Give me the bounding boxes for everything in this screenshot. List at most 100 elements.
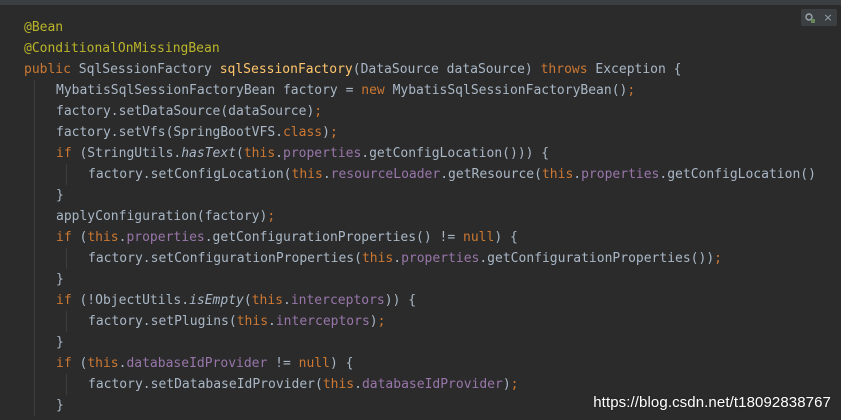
code-line[interactable]: if (this.properties.getConfigurationProp… <box>24 227 841 248</box>
code-token: } <box>56 335 64 350</box>
code-token: @Bean <box>24 20 64 35</box>
code-token: if <box>56 293 80 308</box>
code-token: ; <box>627 83 636 98</box>
code-token: factory.setPlugins( <box>88 314 237 329</box>
code-token: . <box>354 377 362 392</box>
code-token: ; <box>714 251 722 266</box>
code-area[interactable]: @Bean @ConditionalOnMissingBean public Sql… <box>24 17 841 416</box>
code-token: ; <box>329 125 338 140</box>
code-token: ( <box>236 146 244 161</box>
code-token: ) <box>502 377 511 392</box>
code-token: class <box>282 125 323 140</box>
code-token: this <box>251 293 283 308</box>
code-token: (!ObjectUtils. <box>79 293 190 308</box>
code-token: } <box>56 188 64 203</box>
indent-guide <box>66 248 67 269</box>
code-token: if <box>56 230 80 245</box>
code-token: properties <box>126 230 205 245</box>
code-token: (DataSource dataSource) <box>352 62 541 77</box>
code-line[interactable]: } <box>24 332 841 353</box>
code-token: isEmpty <box>189 293 244 308</box>
code-token: ) { <box>494 230 518 245</box>
code-token: factory.setConfigLocation( <box>88 167 292 182</box>
code-token: applyConfiguration(factory) <box>56 209 268 224</box>
code-token: null <box>298 356 330 371</box>
code-token: resourceLoader <box>330 167 441 182</box>
code-line[interactable]: } <box>24 269 841 290</box>
code-token: MybatisSqlSessionFactoryBean() <box>392 83 628 98</box>
code-line[interactable]: MybatisSqlSessionFactoryBean factory = n… <box>24 80 841 101</box>
code-token: this <box>87 230 119 245</box>
code-token: sqlSessionFactory <box>219 62 353 77</box>
code-token: this <box>361 251 394 266</box>
code-token: ; <box>267 209 276 224</box>
code-line[interactable]: factory.setConfigLocation(this.resourceL… <box>24 164 841 185</box>
code-token: factory.setVfs(SpringBootVFS. <box>56 125 283 140</box>
code-token: public <box>24 62 79 77</box>
code-token: . <box>573 167 582 182</box>
code-line[interactable]: if (!ObjectUtils.isEmpty(this.intercepto… <box>24 290 841 311</box>
code-token: this <box>322 377 355 392</box>
code-token: .getConfigLocation() <box>659 167 816 182</box>
code-token: . <box>275 146 283 161</box>
inspection-widget[interactable]: × <box>801 9 837 26</box>
code-token: ) <box>369 314 378 329</box>
code-token: Exception { <box>595 62 682 77</box>
code-token: properties <box>401 251 480 266</box>
indent-guide <box>66 164 67 185</box>
code-line[interactable]: @ConditionalOnMissingBean <box>24 38 841 59</box>
code-token: ( <box>243 293 252 308</box>
code-line[interactable]: if (this.databaseIdProvider != null) { <box>24 353 841 374</box>
code-token: ; <box>377 314 386 329</box>
code-line[interactable]: if (StringUtils.hasText(this.properties.… <box>24 143 841 164</box>
code-token: interceptors <box>275 314 370 329</box>
code-token: .getConfigLocation())) { <box>361 146 550 161</box>
code-token: . <box>268 314 276 329</box>
code-token: properties <box>581 167 660 182</box>
code-editor[interactable]: @Bean @ConditionalOnMissingBean public Sql… <box>0 0 841 420</box>
code-line[interactable]: factory.setConfigurationProperties(this.… <box>24 248 841 269</box>
code-token: interceptors <box>290 293 385 308</box>
code-token: databaseIdProvider <box>361 377 503 392</box>
code-token: SqlSessionFactory <box>78 62 220 77</box>
code-token: .getConfigurationProperties()) <box>479 251 715 266</box>
code-token: ; <box>314 104 323 119</box>
code-token: . <box>393 251 402 266</box>
code-token: (StringUtils. <box>79 146 182 161</box>
code-token: databaseIdProvider <box>126 356 268 371</box>
close-icon[interactable]: × <box>822 11 834 24</box>
code-token: this <box>541 167 574 182</box>
code-token: throws <box>540 62 596 77</box>
code-line[interactable]: applyConfiguration(factory); <box>24 206 841 227</box>
code-token: . <box>283 293 291 308</box>
inspection-icon[interactable] <box>804 12 816 24</box>
code-line[interactable]: factory.setDatabaseIdProvider(this.datab… <box>24 374 841 395</box>
code-token: hasText <box>181 146 237 161</box>
indent-guide <box>66 374 67 395</box>
code-token: factory.setConfigurationProperties( <box>88 251 362 266</box>
indent-guide <box>34 80 35 416</box>
code-token: null <box>463 230 495 245</box>
code-token: if <box>56 356 80 371</box>
code-line[interactable]: factory.setVfs(SpringBootVFS.class); <box>24 122 841 143</box>
code-token: this <box>243 146 276 161</box>
code-token: . <box>322 167 331 182</box>
code-token: )) { <box>384 293 417 308</box>
code-line[interactable]: } <box>24 185 841 206</box>
code-line[interactable]: public SqlSessionFactory sqlSessionFacto… <box>24 59 841 80</box>
code-token: ) { <box>329 356 354 371</box>
code-token: this <box>291 167 323 182</box>
code-token: this <box>87 356 119 371</box>
code-token: != <box>267 356 299 371</box>
code-token: .getResource( <box>440 167 542 182</box>
code-line[interactable]: factory.setPlugins(this.interceptors); <box>24 311 841 332</box>
code-line[interactable]: factory.setDataSource(dataSource); <box>24 101 841 122</box>
code-token: factory.setDataSource(dataSource) <box>56 104 315 119</box>
code-token: properties <box>283 146 362 161</box>
code-token: } <box>56 398 64 413</box>
code-token: MybatisSqlSessionFactoryBean factory = <box>56 83 362 98</box>
watermark: https://blog.csdn.net/t18092838767 <box>593 394 831 411</box>
indent-guide <box>66 311 67 332</box>
code-token: ; <box>510 377 519 392</box>
code-line[interactable]: @Bean <box>24 17 841 38</box>
